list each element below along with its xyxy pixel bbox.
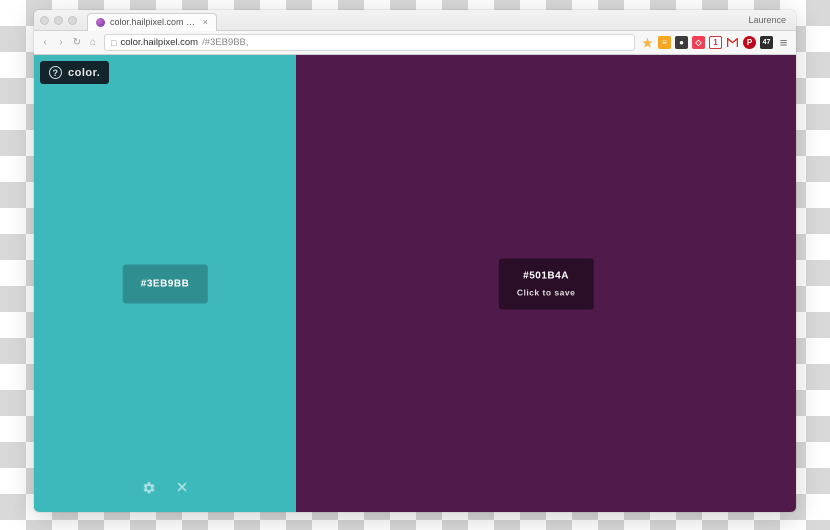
- maximize-window-button[interactable]: [68, 16, 77, 25]
- reload-button[interactable]: ↻: [72, 37, 82, 48]
- url-host: color.hailpixel.com: [120, 37, 198, 48]
- active-color-panel[interactable]: #501B4A Click to save: [296, 55, 796, 512]
- active-swatch-label[interactable]: #501B4A Click to save: [499, 258, 593, 309]
- tab-favicon: [96, 18, 105, 27]
- swatch-controls: [142, 481, 188, 498]
- active-swatch-hint: Click to save: [517, 287, 575, 297]
- site-logo-text: color.: [68, 67, 100, 79]
- extension-icons: ★ ≡ ● ◇ 1 P 47 ≡: [641, 36, 790, 49]
- bookmark-star-icon[interactable]: ★: [641, 36, 654, 49]
- delete-swatch-icon[interactable]: [176, 481, 188, 498]
- page-viewport: ? color. #3EB9BB #501B4A Click to save: [34, 55, 796, 512]
- minimize-window-button[interactable]: [54, 16, 63, 25]
- buffer-extension-icon[interactable]: ≡: [658, 36, 671, 49]
- privacy-extension-icon[interactable]: ●: [675, 36, 688, 49]
- onepassword-extension-icon[interactable]: 1: [709, 36, 722, 49]
- url-path: /#3EB9BB,: [202, 37, 248, 48]
- browser-menu-icon[interactable]: ≡: [777, 36, 790, 49]
- notification-count-badge[interactable]: 47: [760, 36, 773, 49]
- titlebar: color.hailpixel.com - Swatc × Laurence: [34, 10, 796, 31]
- home-button[interactable]: ⌂: [88, 37, 98, 48]
- window-controls: [40, 16, 77, 25]
- tab-title: color.hailpixel.com - Swatc: [110, 17, 198, 27]
- gmail-extension-icon[interactable]: [726, 36, 739, 49]
- toolbar: ‹ › ↻ ⌂ □ color.hailpixel.com /#3EB9BB, ★…: [34, 31, 796, 55]
- saved-swatch-hex: #3EB9BB: [141, 278, 190, 289]
- saved-color-panel[interactable]: ? color. #3EB9BB: [34, 55, 296, 512]
- url-field[interactable]: □ color.hailpixel.com /#3EB9BB,: [104, 34, 635, 51]
- site-logo-badge[interactable]: ? color.: [40, 61, 109, 84]
- pocket-extension-icon[interactable]: ◇: [692, 36, 705, 49]
- pinterest-extension-icon[interactable]: P: [743, 36, 756, 49]
- browser-window: color.hailpixel.com - Swatc × Laurence ‹…: [34, 10, 796, 512]
- profile-label[interactable]: Laurence: [748, 15, 790, 25]
- settings-icon[interactable]: [142, 481, 156, 498]
- browser-tab[interactable]: color.hailpixel.com - Swatc ×: [87, 13, 217, 31]
- page-icon: □: [111, 38, 116, 48]
- active-swatch-hex: #501B4A: [523, 270, 569, 281]
- saved-swatch-label[interactable]: #3EB9BB: [123, 264, 208, 303]
- forward-button[interactable]: ›: [56, 37, 66, 48]
- back-button[interactable]: ‹: [40, 37, 50, 48]
- close-tab-icon[interactable]: ×: [203, 17, 208, 27]
- close-window-button[interactable]: [40, 16, 49, 25]
- help-icon: ?: [49, 66, 62, 79]
